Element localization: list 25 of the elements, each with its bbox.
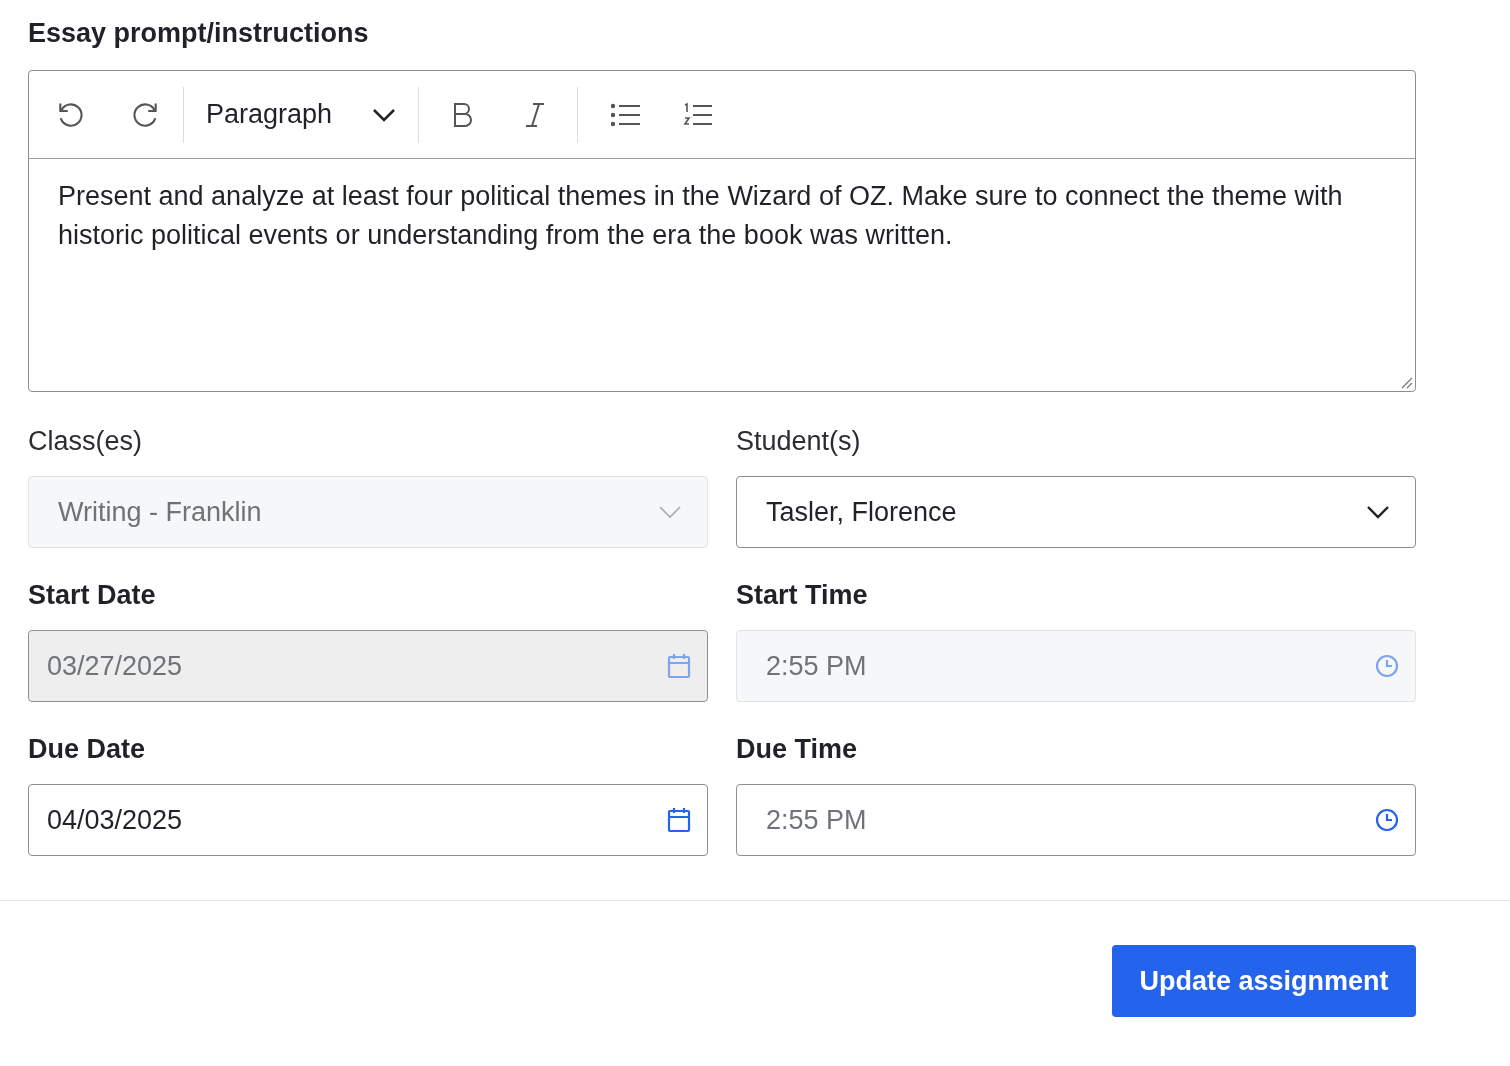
field-label: Start Date — [28, 579, 157, 612]
clock-icon — [1375, 654, 1399, 678]
block-style-dropdown[interactable]: Paragraph — [184, 86, 419, 143]
field-label: Due Date — [28, 733, 147, 766]
chevron-down-icon — [372, 107, 397, 122]
chevron-down-icon — [659, 505, 681, 519]
calendar-icon — [667, 653, 691, 679]
dropdown[interactable]: Tasler, Florence — [736, 476, 1416, 548]
date-field[interactable]: 04/03/2025 — [28, 784, 708, 856]
field-label: Essay prompt/instructions — [28, 17, 370, 50]
field-label: Student(s) — [736, 425, 862, 458]
bulleted-list-icon — [611, 102, 642, 127]
calendar-icon — [667, 807, 691, 833]
resize-handle-icon[interactable] — [1399, 375, 1413, 389]
bold-icon — [452, 101, 475, 128]
numbered-list-icon — [683, 101, 714, 128]
update-assignment-button[interactable]: Update assignment — [1112, 945, 1416, 1017]
italic-icon — [524, 101, 547, 128]
chevron-down-icon — [1367, 505, 1389, 519]
editor-text[interactable]: Present and analyze at least four political themes in the Wizard of OZ. Make sure to connect the theme with historic political events or understanding from the era the book was written. — [29, 159, 1415, 255]
time-field[interactable]: 2:55 PM — [736, 784, 1416, 856]
field-label: Start Time — [736, 579, 869, 612]
field-label: Due Time — [736, 733, 859, 766]
field-label: Class(es) — [28, 425, 143, 458]
clock-icon — [1375, 808, 1399, 832]
